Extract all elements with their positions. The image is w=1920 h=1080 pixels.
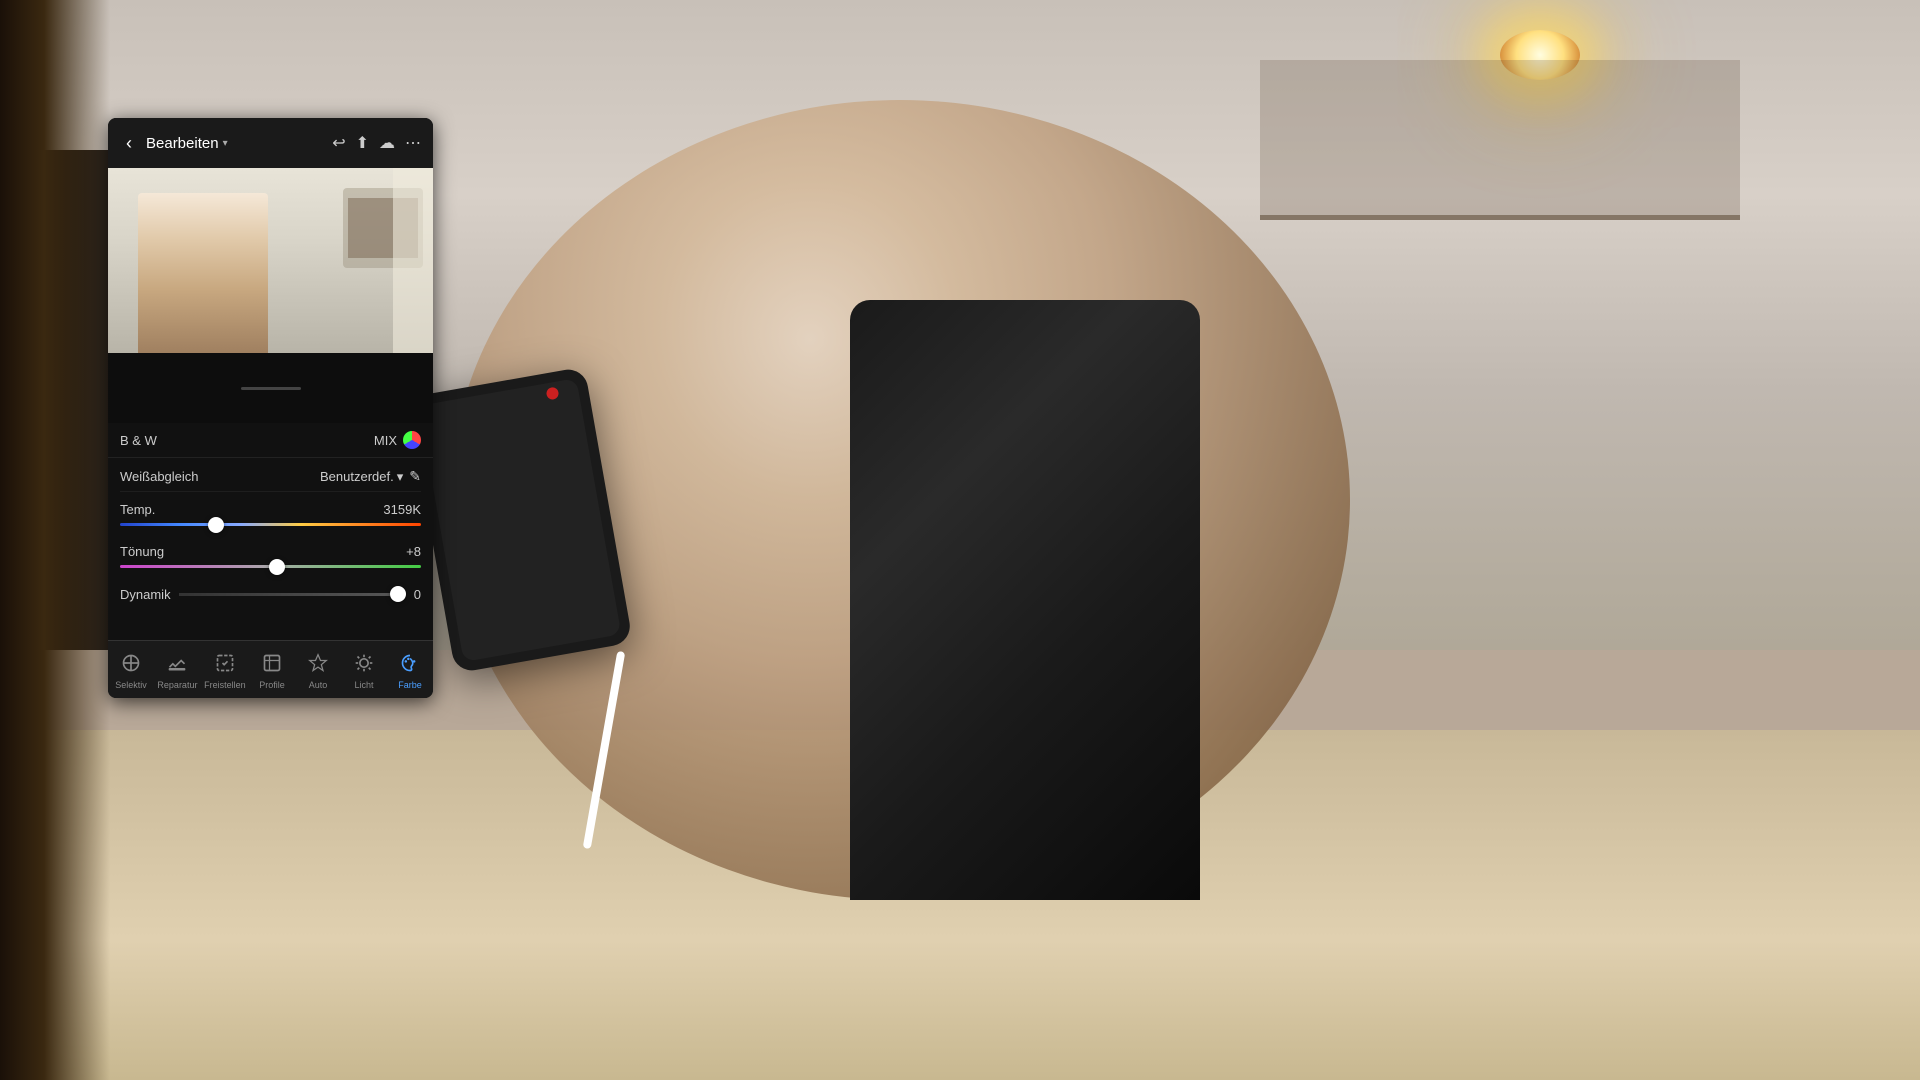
temp-header: Temp. 3159K <box>120 502 421 517</box>
toolbar-item-profile[interactable]: Profile <box>249 649 295 694</box>
export-button[interactable]: ⬆ <box>356 133 369 153</box>
phone-screen-display <box>419 378 622 662</box>
weissabgleich-chevron: ▾ <box>397 469 404 485</box>
header-title: Bearbeiten ▾ <box>146 135 228 152</box>
photo-window <box>393 168 433 353</box>
freistellen-label: Freistellen <box>204 680 246 690</box>
temp-thumb[interactable] <box>208 517 224 533</box>
title-text: Bearbeiten <box>146 135 219 152</box>
temp-track[interactable] <box>120 523 421 526</box>
undo-button[interactable]: ↩ <box>332 133 345 153</box>
licht-icon <box>354 653 374 677</box>
chair <box>850 300 1200 900</box>
reparatur-icon <box>167 653 187 677</box>
tonung-label: Tönung <box>120 544 164 559</box>
weissabgleich-label: Weißabgleich <box>120 469 199 484</box>
tonung-slider-row: Tönung +8 <box>120 534 421 576</box>
scene: ‹ Bearbeiten ▾ ↩ ⬆ ☁ ⋯ <box>0 0 1920 1080</box>
toolbar-item-selektiv[interactable]: Selektiv <box>108 649 154 694</box>
app-panel: ‹ Bearbeiten ▾ ↩ ⬆ ☁ ⋯ <box>108 118 433 698</box>
reparatur-label: Reparatur <box>157 680 197 690</box>
profile-label: Profile <box>259 680 285 690</box>
drag-handle[interactable] <box>241 387 301 390</box>
auto-icon <box>308 653 328 677</box>
toolbar-item-licht[interactable]: Licht <box>341 649 387 694</box>
weissabgleich-value: Benutzerdef. <box>320 469 394 484</box>
bottom-toolbar: Selektiv Reparatur <box>108 640 433 698</box>
tonung-value: +8 <box>406 544 421 559</box>
farbe-icon <box>400 653 420 677</box>
photo-subject <box>138 193 268 353</box>
dynamik-label: Dynamik <box>120 587 171 602</box>
photo-preview[interactable] <box>108 168 433 353</box>
mix-color-wheel[interactable] <box>403 431 421 449</box>
temp-label: Temp. <box>120 502 155 517</box>
toolbar-item-reparatur[interactable]: Reparatur <box>154 649 201 694</box>
farbe-label: Farbe <box>398 680 422 690</box>
profile-icon <box>262 653 282 677</box>
header-actions: ↩ ⬆ ☁ ⋯ <box>332 133 421 153</box>
temp-slider-row: Temp. 3159K <box>120 492 421 534</box>
selektiv-icon <box>121 653 141 677</box>
weissabgleich-dropdown[interactable]: Benutzerdef. ▾ <box>320 469 403 485</box>
more-button[interactable]: ⋯ <box>405 133 421 153</box>
dynamik-track[interactable] <box>179 593 390 596</box>
shelf-area <box>1260 60 1740 220</box>
toolbar-item-auto[interactable]: Auto <box>295 649 341 694</box>
back-button[interactable]: ‹ <box>120 131 138 156</box>
auto-label: Auto <box>309 680 328 690</box>
dynamik-value: 0 <box>414 587 421 602</box>
photo-content <box>108 168 433 353</box>
mix-label[interactable]: MIX <box>374 433 397 448</box>
dynamik-slider-container <box>179 586 406 602</box>
weissabgleich-row: Weißabgleich Benutzerdef. ▾ ✎ <box>120 458 421 492</box>
weissabgleich-edit-icon[interactable]: ✎ <box>409 468 421 485</box>
cloud-button[interactable]: ☁ <box>379 133 395 153</box>
dark-strip <box>108 353 433 423</box>
tonung-track[interactable] <box>120 565 421 568</box>
toolbar-item-farbe[interactable]: Farbe <box>387 649 433 694</box>
toolbar-items: Selektiv Reparatur <box>108 649 433 694</box>
mix-container: MIX <box>374 431 421 449</box>
header-left: ‹ Bearbeiten ▾ <box>120 131 228 156</box>
settings-section: Weißabgleich Benutzerdef. ▾ ✎ Temp. 3159… <box>108 458 433 640</box>
tonung-header: Tönung +8 <box>120 544 421 559</box>
phone-camera-indicator <box>546 386 560 400</box>
weissabgleich-value-container: Benutzerdef. ▾ ✎ <box>320 468 421 485</box>
dynamik-thumb[interactable] <box>390 586 406 602</box>
title-chevron: ▾ <box>223 138 228 149</box>
licht-label: Licht <box>354 680 373 690</box>
temp-value: 3159K <box>383 502 421 517</box>
freistellen-icon <box>215 653 235 677</box>
bw-label[interactable]: B & W <box>120 433 157 448</box>
selektiv-label: Selektiv <box>115 680 147 690</box>
monitor-shadow <box>0 0 110 1080</box>
app-header: ‹ Bearbeiten ▾ ↩ ⬆ ☁ ⋯ <box>108 118 433 168</box>
dynamik-row: Dynamik 0 <box>120 576 421 608</box>
toolbar-item-freistellen[interactable]: Freistellen <box>201 649 249 694</box>
tonung-thumb[interactable] <box>269 559 285 575</box>
bw-mix-row: B & W MIX <box>108 423 433 458</box>
